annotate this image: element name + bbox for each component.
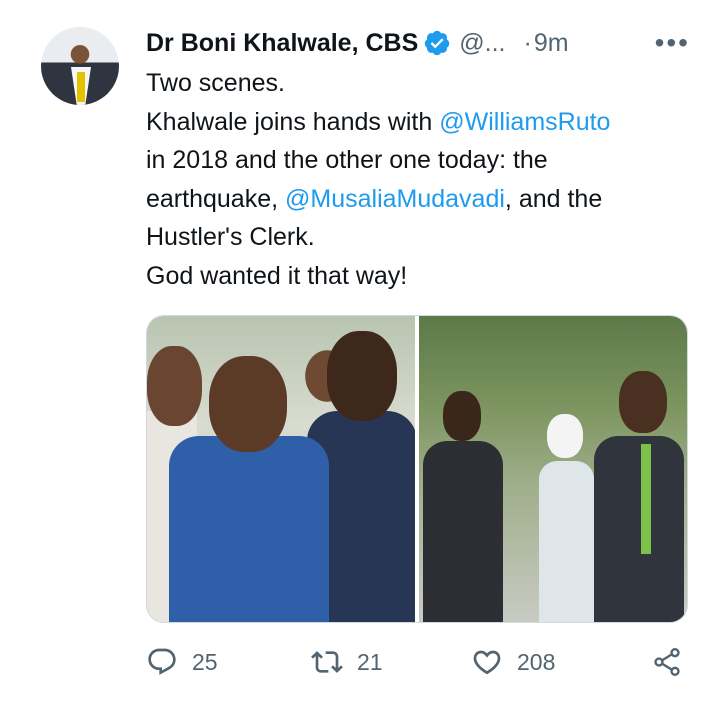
avatar[interactable]	[41, 27, 119, 105]
retweet-count: 21	[357, 648, 383, 675]
like-button[interactable]: 208	[471, 640, 555, 684]
action-bar: 25 21 208	[146, 640, 691, 684]
photo-figure	[423, 441, 503, 622]
tweet-line: Hustler's Clerk.	[146, 223, 315, 251]
tweet-text-segment: , and the	[504, 184, 603, 213]
tweet-line: God wanted it that way!	[146, 261, 408, 290]
like-count: 208	[517, 648, 556, 675]
media-grid	[146, 315, 688, 623]
avatar-tie	[77, 72, 85, 102]
tweet-header: Dr Boni Khalwale, CBS @... · 9m •••	[146, 25, 690, 61]
more-icon[interactable]: •••	[655, 27, 690, 59]
reply-button[interactable]: 25	[146, 640, 218, 684]
photo-figure	[594, 436, 684, 622]
tweet-line: in 2018 and the other one today: the	[146, 146, 548, 174]
separator-dot: ·	[523, 28, 532, 57]
timestamp[interactable]: 9m	[534, 29, 569, 58]
reply-icon	[148, 648, 176, 675]
photo-figure	[547, 414, 583, 458]
photo-figure	[539, 461, 594, 622]
heart-icon	[473, 650, 501, 675]
reply-count: 25	[192, 648, 218, 675]
share-button[interactable]	[651, 640, 683, 684]
retweet-button[interactable]: 21	[311, 640, 383, 684]
share-icon	[654, 648, 680, 676]
tweet-text: Two scenes. Khalwale joins hands with @W…	[146, 64, 686, 295]
photo-left[interactable]	[147, 316, 415, 622]
retweet-icon	[311, 651, 343, 673]
display-name[interactable]: Dr Boni Khalwale, CBS	[146, 29, 418, 58]
photo-figure	[327, 331, 397, 421]
photo-figure	[443, 391, 481, 441]
photo-figure	[169, 436, 329, 622]
tweet-line: Khalwale joins hands with @WilliamsRuto	[146, 103, 686, 142]
mention-link[interactable]: @WilliamsRuto	[439, 108, 610, 136]
tweet-line: Two scenes.	[146, 69, 285, 97]
mention-link[interactable]: @MusaliaMudavadi	[285, 185, 505, 213]
tweet-line: earthquake, @MusaliaMudavadi, and the	[146, 180, 686, 219]
photo-figure	[209, 356, 287, 452]
photo-figure	[619, 371, 667, 433]
verified-badge-icon	[423, 29, 451, 57]
photo-figure	[641, 444, 651, 554]
photo-figure	[147, 346, 202, 426]
handle[interactable]: @...	[459, 29, 505, 58]
tweet-text-segment: earthquake,	[146, 184, 285, 213]
photo-right[interactable]	[419, 316, 687, 622]
tweet-text-segment: Khalwale joins hands with	[146, 107, 440, 136]
